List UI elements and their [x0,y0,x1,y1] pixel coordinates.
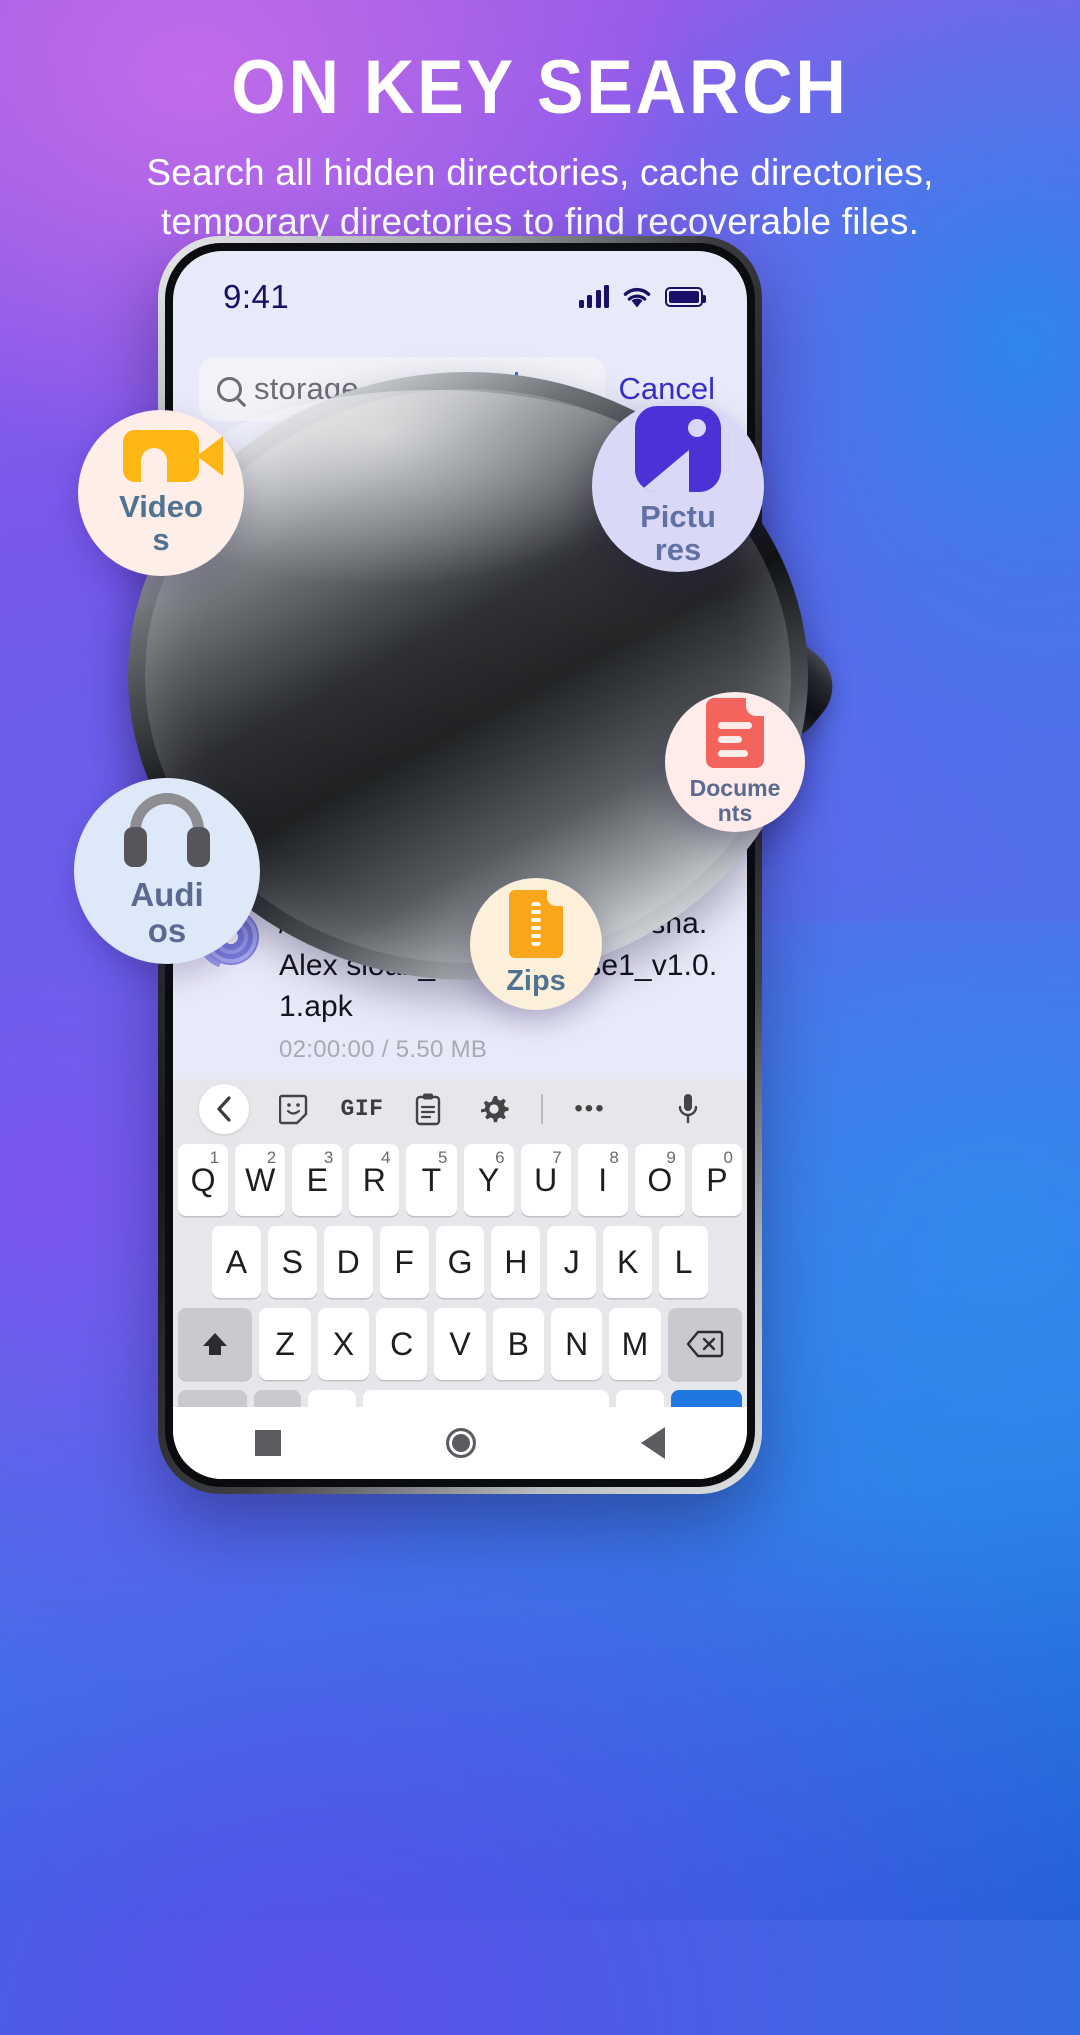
key-P[interactable]: 0P [691,1144,742,1216]
key-W[interactable]: 2W [235,1144,286,1216]
circle-icon[interactable] [445,1428,476,1458]
result-file-meta: 00:25:07 / 3.50 MB [279,700,488,728]
key-N[interactable]: N [550,1308,603,1380]
key-X[interactable]: X [317,1308,370,1380]
android-nav-bar[interactable] [173,1407,747,1479]
video-camera-icon [123,429,223,482]
key-number: 6 [495,1148,505,1167]
result-row[interactable]: /dancing/withyour/ghost/.Sasha.Alex sloa… [173,889,747,1077]
key-J[interactable]: J [547,1226,597,1298]
key-number: 3 [323,1148,334,1167]
key-B[interactable]: B [492,1308,544,1380]
result-file-meta: 01:25:08 / 6.50 MB [279,847,488,875]
key-T[interactable]: 5T [406,1144,457,1216]
gear-icon[interactable] [461,1085,527,1133]
status-bar: 9:41 [173,251,747,343]
key-S[interactable]: S [267,1226,317,1298]
key-C[interactable]: C [376,1308,428,1380]
keyboard-row-3[interactable]: Z X C V B N M [178,1303,742,1385]
key-L[interactable]: L [659,1226,709,1298]
category-bubble-audios[interactable]: Audios [74,778,260,964]
key-number: 9 [666,1148,676,1167]
wifi-icon [623,287,651,307]
key-Z[interactable]: Z [259,1308,311,1380]
key-F[interactable]: F [379,1226,429,1298]
image-icon [635,405,721,492]
headphones-icon [124,793,210,869]
battery-icon [665,287,706,307]
key-number: 8 [609,1148,619,1167]
key-number: 2 [266,1148,277,1167]
zip-file-icon [509,890,563,959]
key-M[interactable]: M [609,1308,661,1380]
search-input[interactable]: storage_emulated [199,357,605,421]
key-number: 4 [380,1148,391,1167]
key-label: I [598,1161,608,1198]
sticker-icon[interactable] [263,1085,329,1133]
key-D[interactable]: D [323,1226,373,1298]
key-H[interactable]: H [491,1226,541,1298]
audio-disc-icon [203,615,259,672]
gif-label: GIF [340,1096,384,1122]
status-time: 9:41 [223,278,290,315]
key-V[interactable]: V [434,1308,486,1380]
microphone-icon[interactable] [655,1085,721,1133]
category-label: Videos [119,488,203,557]
result-file-meta: 02:00:00 / 5.50 MB [279,1035,488,1063]
gif-button[interactable]: GIF [329,1085,395,1133]
keyboard-row-1[interactable]: 1Q 2W 3E 4R 5T 6Y 7U 8I 9O 0P [178,1139,742,1221]
category-bubble-pictures[interactable]: Pictures [592,400,764,572]
promo-headline: ON KEY SEARCH [231,45,849,130]
search-icon [217,376,242,402]
signal-bars-icon [578,285,609,308]
key-Q[interactable]: 1Q [178,1144,229,1216]
key-number: 1 [209,1148,220,1167]
square-icon[interactable] [255,1430,282,1456]
key-A[interactable]: A [212,1226,261,1298]
document-icon [706,698,764,769]
category-label: Zips [506,965,566,998]
key-number: 5 [438,1148,448,1167]
result-file-path: /coffehouse/the week SZA,.547exo00_phase… [279,760,716,835]
keyboard-toolbar: GIF ••• [173,1079,747,1139]
triangle-back-icon[interactable] [640,1427,665,1459]
promo-text-block: ON KEY SEARCH Search all hidden director… [0,50,1080,246]
key-K[interactable]: K [603,1226,653,1298]
more-options-icon[interactable]: ••• [557,1085,623,1133]
toolbar-divider [541,1094,543,1124]
key-number: 7 [552,1148,562,1167]
keyboard-row-2[interactable]: A S D F G H J K L [178,1221,742,1303]
shift-key[interactable] [178,1308,253,1380]
text-caret [515,372,519,406]
status-icons [578,285,706,309]
key-R[interactable]: 4R [349,1144,400,1216]
key-E[interactable]: 3E [292,1144,343,1216]
category-bubble-zip[interactable]: Zips [470,878,602,1010]
category-bubble-videos[interactable]: Videos [78,410,244,576]
category-label: Audios [130,876,204,949]
key-O[interactable]: 9O [634,1144,685,1216]
promo-subtitle-line-1: Search all hidden directories, cache dir… [146,152,934,193]
key-Y[interactable]: 6Y [463,1144,514,1216]
key-G[interactable]: G [435,1226,485,1298]
category-label: Pictures [640,498,716,567]
key-I[interactable]: 8I [577,1144,628,1216]
backspace-key[interactable] [667,1308,742,1380]
key-U[interactable]: 7U [520,1144,571,1216]
clipboard-icon[interactable] [395,1085,461,1133]
keyboard-back-button[interactable] [199,1084,249,1134]
category-label: Documents [689,775,781,826]
category-bubble-documents[interactable]: Documents [665,692,805,832]
key-number: 0 [723,1148,733,1167]
search-input-value: storage_emulated [254,371,506,406]
